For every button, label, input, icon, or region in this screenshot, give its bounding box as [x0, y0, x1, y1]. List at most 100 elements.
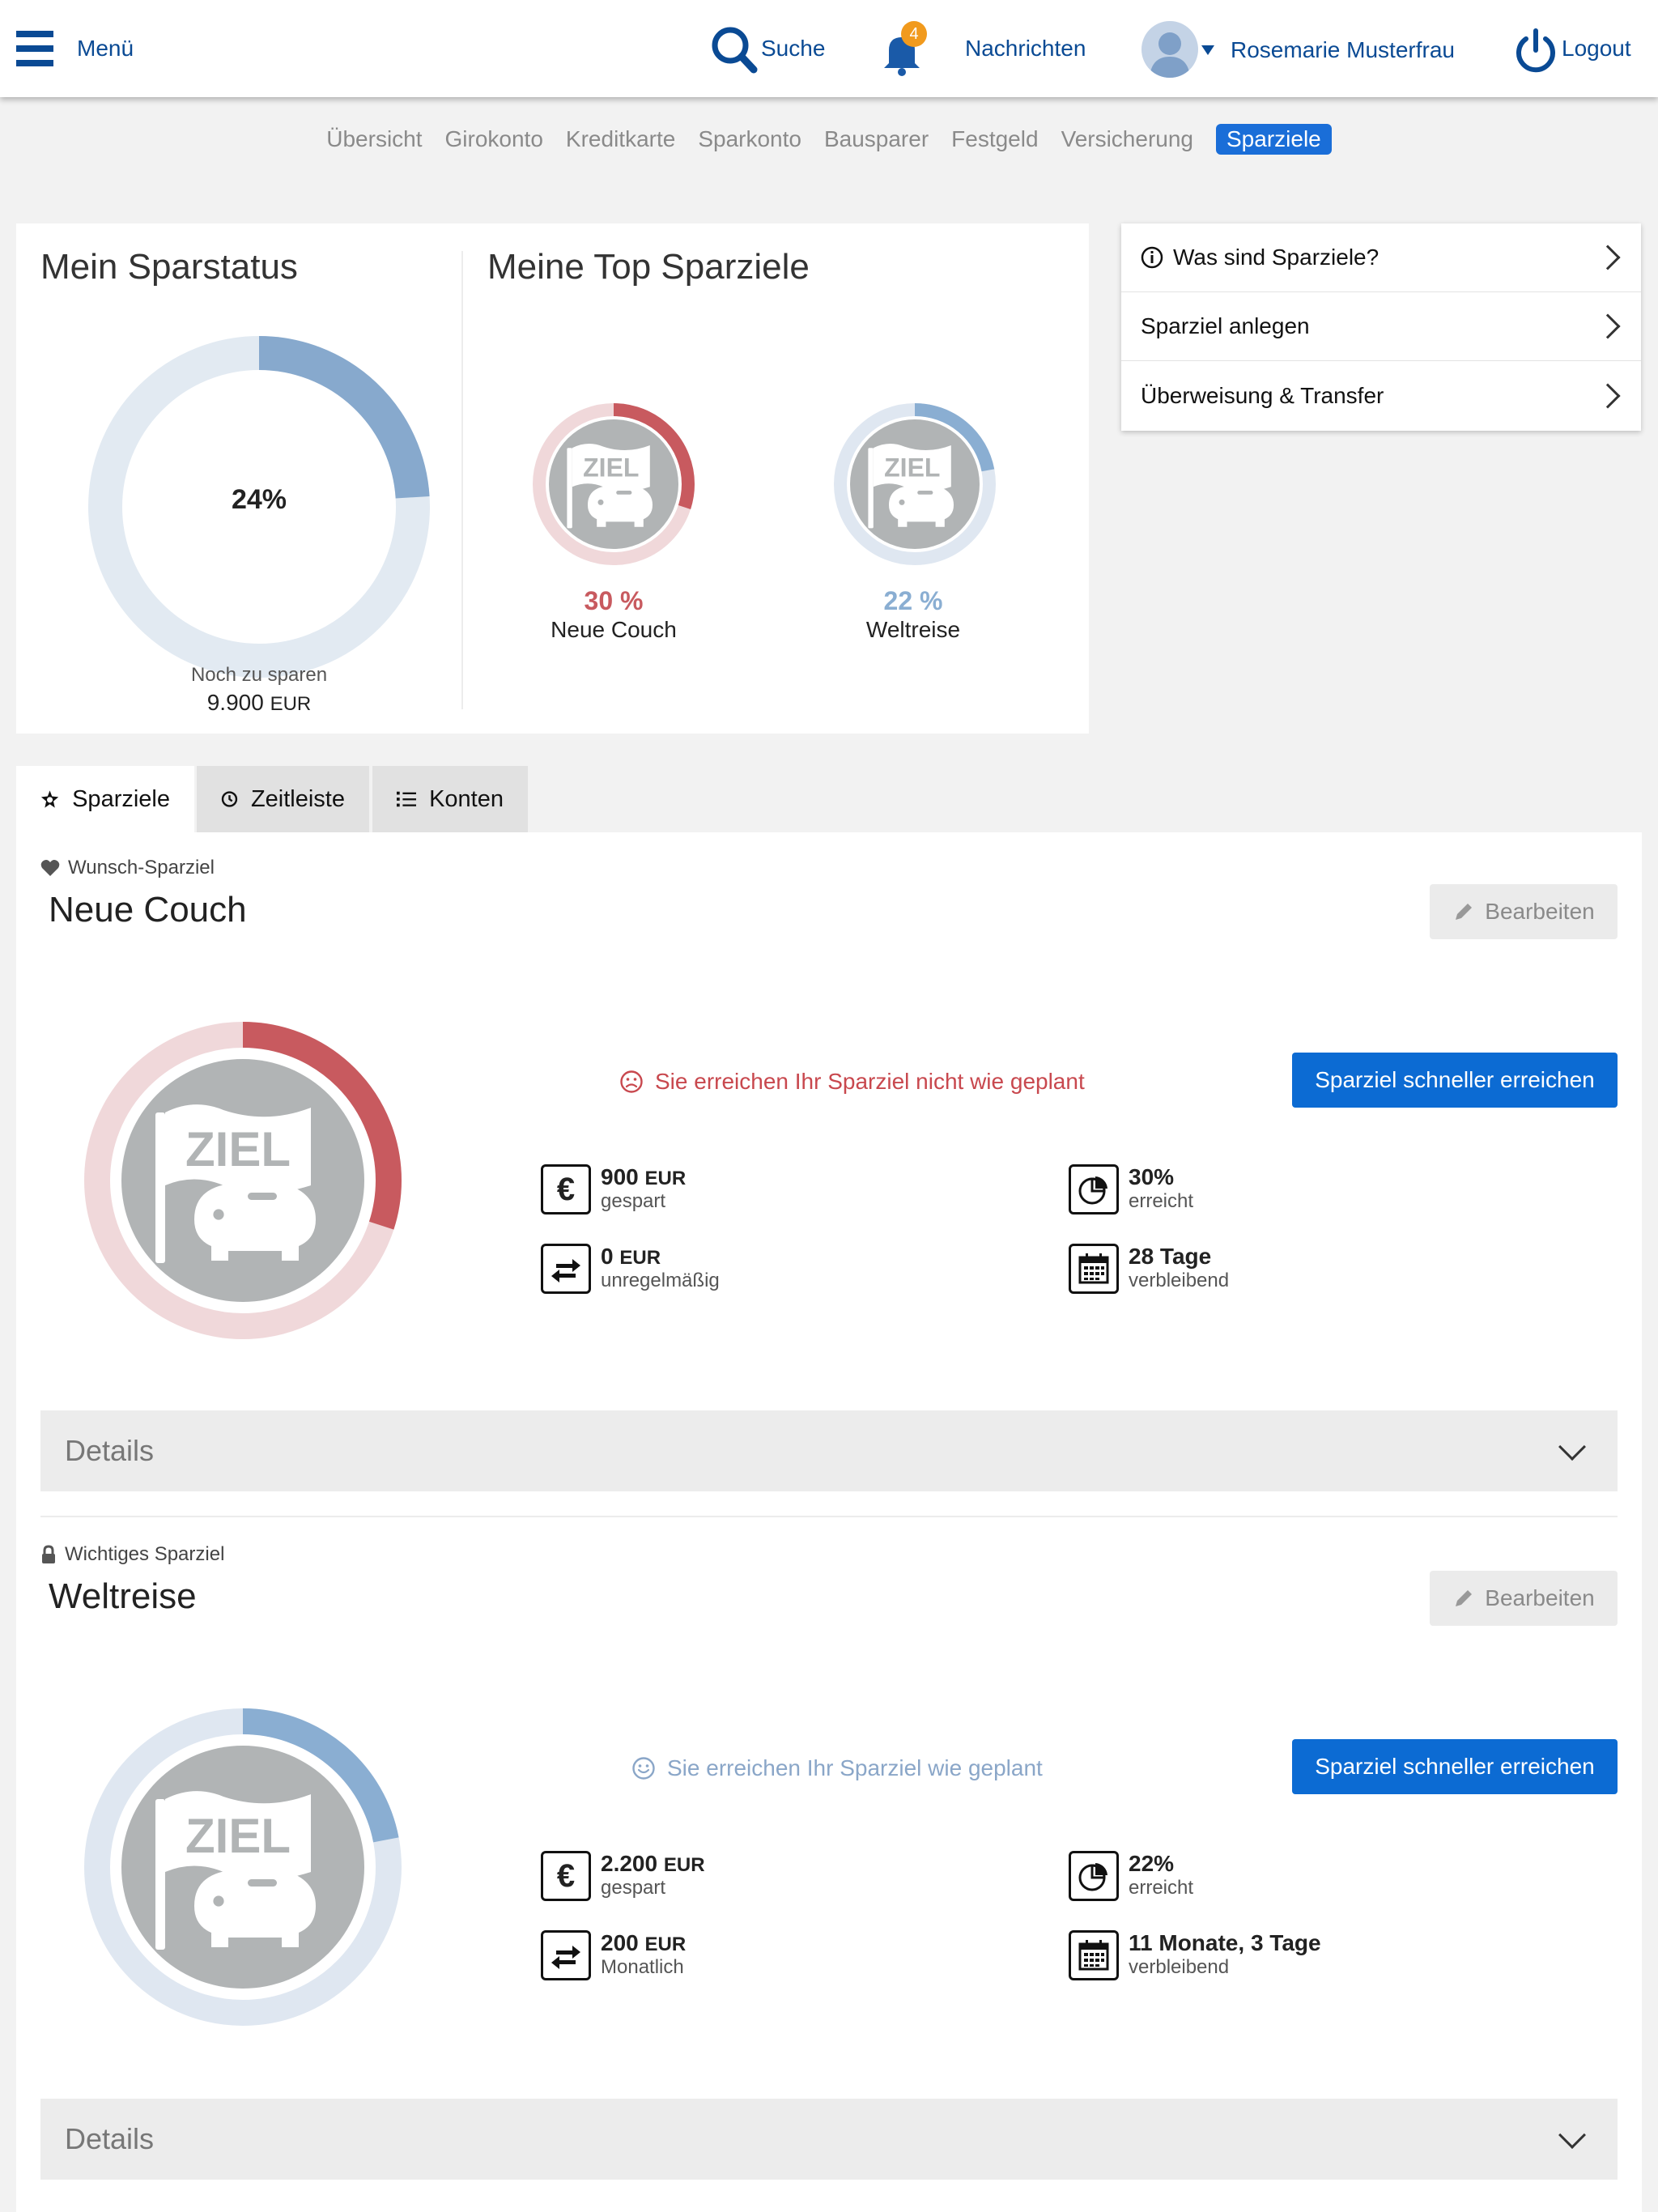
details-label: Details — [65, 1434, 155, 1467]
search-icon[interactable] — [711, 26, 758, 74]
subnav-item-kreditkarte[interactable]: Kreditkarte — [566, 128, 675, 151]
goal-category-label: Wunsch-Sparziel — [68, 857, 215, 878]
goal-category: Wichtiges Sparziel — [40, 1543, 224, 1566]
stat-value: 28 Tage — [1129, 1244, 1212, 1270]
reach-goal-faster-button[interactable]: Sparziel schneller erreichen — [1292, 1053, 1618, 1108]
top-goal-couch-ring[interactable]: ZIEL — [531, 402, 696, 567]
subnav-item-sparkonto[interactable]: Sparkonto — [698, 128, 801, 151]
side-action-menu: Was sind Sparziele? Sparziel anlegen Übe… — [1121, 223, 1641, 431]
stat-rate: 200 EUR Monatlich — [541, 1930, 686, 1980]
savings-status-percent: 24% — [231, 484, 287, 515]
puzzle-star-icon — [40, 790, 59, 808]
edit-goal-button[interactable]: Bearbeiten — [1430, 884, 1618, 939]
stat-label: erreicht — [1129, 1877, 1194, 1899]
tab-label: Zeitleiste — [250, 785, 345, 812]
search-button[interactable]: Suche — [761, 37, 825, 60]
top-header: Menü Suche 4 Nachrichten Rosemarie Muste… — [0, 0, 1658, 97]
tab-zeitleiste[interactable]: Zeitleiste — [197, 766, 369, 832]
badge-text: ZIEL — [583, 453, 639, 482]
remaining-label: Noch zu sparen — [190, 664, 328, 686]
stat-remaining: 11 Monate, 3 Tage verbleibend — [1069, 1930, 1321, 1980]
pie-chart-icon — [1069, 1851, 1119, 1901]
goal-title: Neue Couch — [49, 890, 247, 929]
top-goals-title: Meine Top Sparziele — [487, 247, 810, 287]
goal-couch-ring: ZIEL — [81, 1019, 405, 1342]
logout-button[interactable]: Logout — [1562, 37, 1631, 60]
goal-weltreise-ring: ZIEL — [81, 1705, 405, 2029]
clock-icon — [221, 791, 238, 807]
transfer-arrows-icon — [541, 1930, 591, 1980]
savings-status-title: Mein Sparstatus — [40, 247, 298, 287]
top-goal-weltreise-ring[interactable]: ZIEL — [832, 402, 997, 567]
stat-label: gespart — [601, 1877, 666, 1899]
list-icon — [397, 791, 417, 807]
happy-face-icon — [632, 1757, 655, 1780]
remaining-unit: EUR — [270, 693, 312, 715]
chevron-down-icon — [1558, 1433, 1586, 1461]
edit-label: Bearbeiten — [1485, 899, 1595, 924]
edit-label: Bearbeiten — [1485, 1585, 1595, 1610]
stat-value: 0 — [601, 1244, 614, 1270]
euro-icon: € — [541, 1164, 591, 1214]
euro-icon: € — [541, 1851, 591, 1901]
goal-category: Wunsch-Sparziel — [40, 857, 215, 879]
stat-label: erreicht — [1129, 1190, 1194, 1212]
chevron-down-icon — [1558, 2121, 1586, 2149]
stat-label: verbleibend — [1129, 1270, 1230, 1291]
power-icon[interactable] — [1514, 28, 1558, 73]
stat-value: 11 Monate, 3 Tage — [1129, 1930, 1321, 1956]
caret-down-icon[interactable] — [1201, 45, 1214, 55]
tab-konten[interactable]: Konten — [372, 766, 528, 832]
menu-transfer[interactable]: Überweisung & Transfer — [1121, 361, 1641, 430]
subnav-item-bausparer[interactable]: Bausparer — [824, 128, 929, 151]
menu-create-goal[interactable]: Sparziel anlegen — [1121, 292, 1641, 361]
chevron-right-icon — [1595, 382, 1621, 409]
stat-value: 900 — [601, 1164, 639, 1190]
piggy-bank-goal-icon: ZIEL — [549, 419, 678, 549]
menu-button[interactable]: Menü — [77, 37, 134, 60]
details-accordion[interactable]: Details — [40, 1410, 1618, 1491]
chevron-right-icon — [1595, 313, 1621, 339]
info-icon — [1141, 246, 1163, 269]
messages-link[interactable]: Nachrichten — [965, 37, 1086, 60]
savings-overview-card: Mein Sparstatus 24% Noch zu sparen 9.900… — [16, 223, 1089, 734]
notification-count-badge: 4 — [901, 21, 927, 47]
edit-goal-button[interactable]: Bearbeiten — [1430, 1571, 1618, 1626]
goal-category-label: Wichtiges Sparziel — [65, 1543, 225, 1565]
stat-label: unregelmäßig — [601, 1270, 720, 1291]
goals-panel: Wunsch-Sparziel Neue Couch Bearbeiten ZI… — [16, 832, 1642, 2212]
stat-value: 200 — [601, 1930, 639, 1956]
reach-goal-faster-button[interactable]: Sparziel schneller erreichen — [1292, 1739, 1618, 1794]
goal-status: Sie erreichen Ihr Sparziel wie geplant — [631, 1755, 1043, 1781]
stat-unit: EUR — [644, 1933, 687, 1956]
subnav-item-uebersicht[interactable]: Übersicht — [326, 128, 422, 151]
piggy-bank-goal-icon: ZIEL — [121, 1746, 364, 1989]
menu-what-are-goals[interactable]: Was sind Sparziele? — [1121, 223, 1641, 292]
badge-text: ZIEL — [185, 1809, 291, 1863]
subnav-item-girokonto[interactable]: Girokonto — [445, 128, 543, 151]
goal-status: Sie erreichen Ihr Sparziel nicht wie gep… — [619, 1069, 1085, 1095]
tab-label: Sparziele — [72, 785, 170, 812]
badge-text: ZIEL — [884, 453, 940, 482]
stat-label: gespart — [601, 1190, 666, 1212]
subnav-item-versicherung[interactable]: Versicherung — [1061, 128, 1193, 151]
stat-remaining: 28 Tage verbleibend — [1069, 1244, 1229, 1294]
top-goal-couch-percent: 30 % — [584, 586, 644, 615]
stat-label: verbleibend — [1129, 1956, 1230, 1978]
top-goal-weltreise-name: Weltreise — [865, 617, 961, 642]
hamburger-menu-icon[interactable] — [16, 31, 53, 66]
user-avatar[interactable] — [1141, 21, 1198, 78]
user-name-link[interactable]: Rosemarie Musterfrau — [1231, 39, 1455, 62]
sub-navigation: Übersicht Girokonto Kreditkarte Sparkont… — [0, 124, 1658, 155]
badge-text: ZIEL — [185, 1122, 291, 1176]
details-accordion[interactable]: Details — [40, 2099, 1618, 2180]
stat-unit: EUR — [619, 1247, 661, 1270]
goal-title: Weltreise — [49, 1576, 197, 1616]
stat-label: Monatlich — [601, 1956, 684, 1978]
goal-divider — [40, 1516, 1618, 1517]
stat-reached: 22% erreicht — [1069, 1851, 1193, 1901]
subnav-item-sparziele[interactable]: Sparziele — [1216, 124, 1332, 155]
pencil-icon — [1456, 904, 1473, 920]
tab-sparziele[interactable]: Sparziele — [16, 766, 194, 832]
subnav-item-festgeld[interactable]: Festgeld — [951, 128, 1038, 151]
